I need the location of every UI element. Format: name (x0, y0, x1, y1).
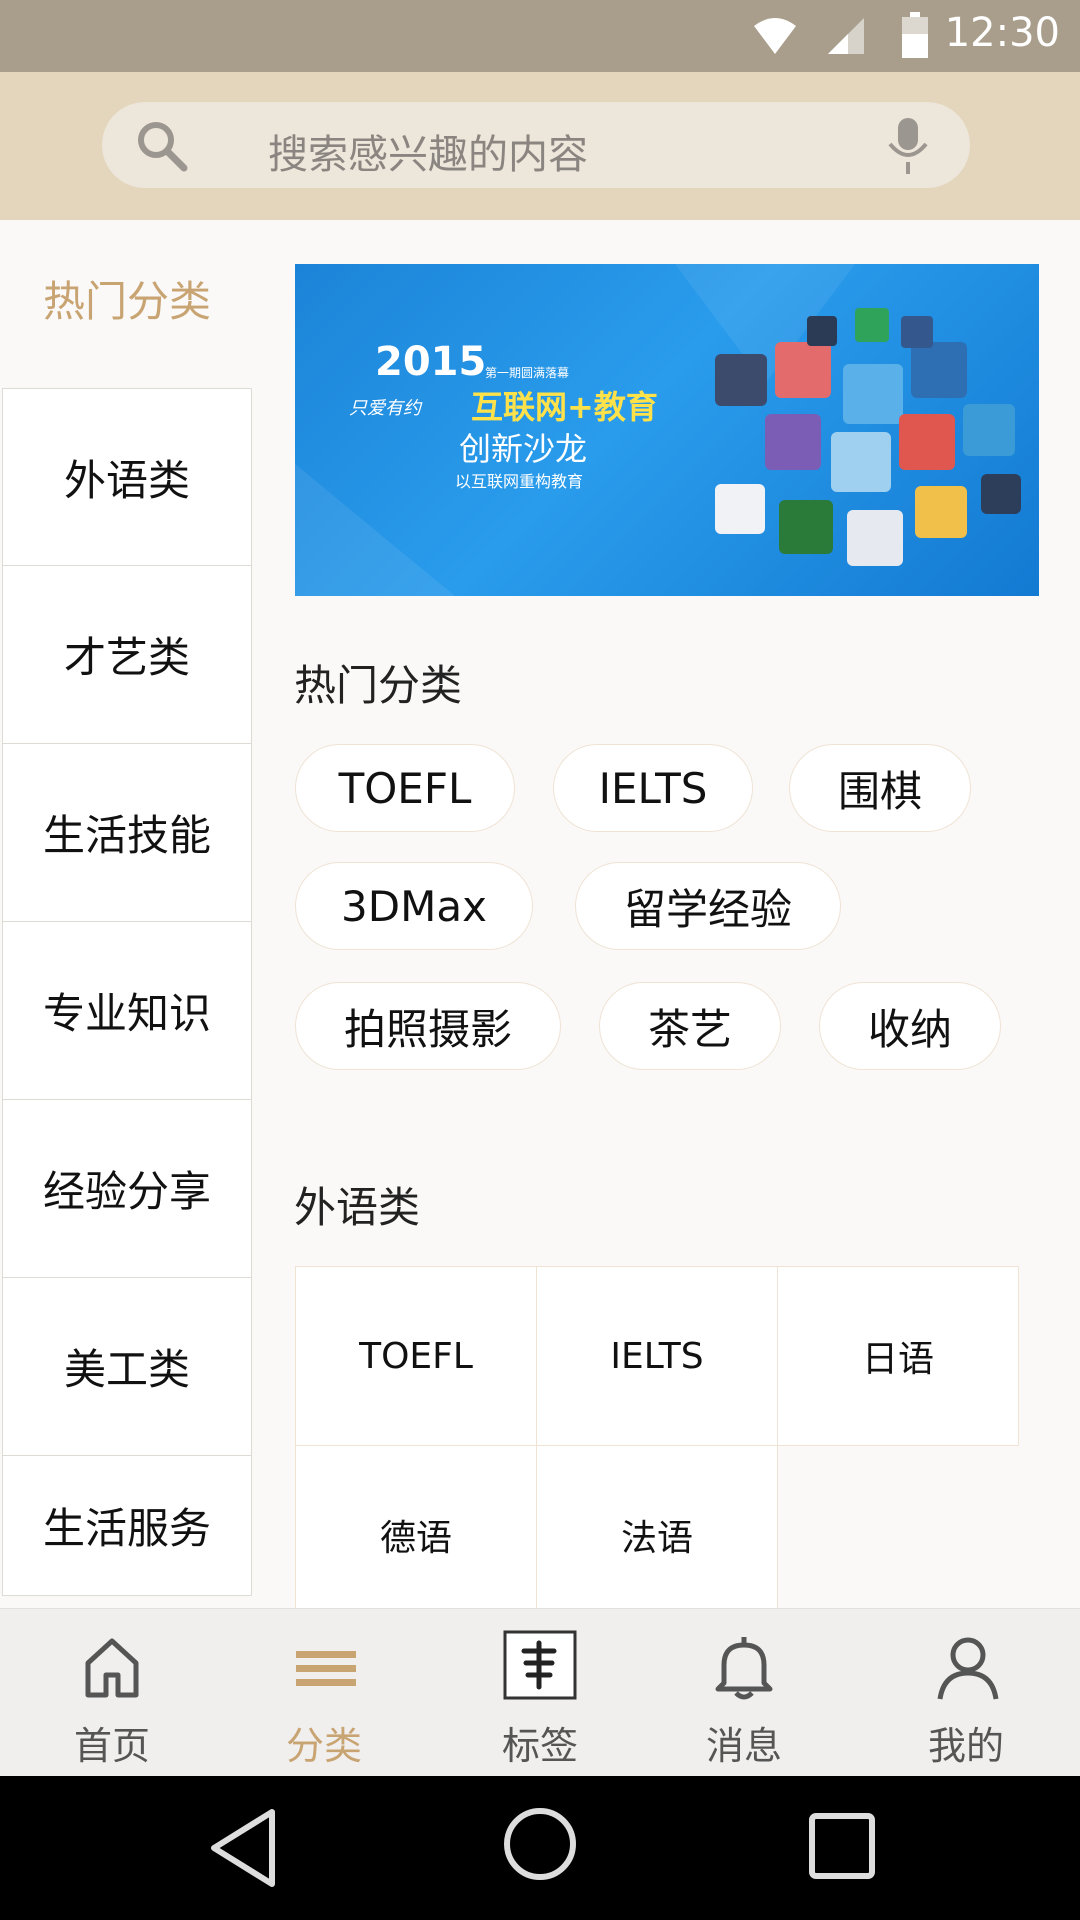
sidebar-item-arts[interactable]: 才艺类 (2, 566, 252, 744)
tab-messages-label: 消息 (705, 1724, 782, 1768)
menu-icon (296, 1651, 356, 1686)
sidebar-list: 外语类 才艺类 生活技能 专业知识 经验分享 美工类 生活服务 (2, 388, 252, 1596)
category-sidebar: 热门分类 外语类 才艺类 生活技能 专业知识 经验分享 美工类 生活服务 (0, 220, 254, 1608)
microphone-icon[interactable] (886, 116, 930, 176)
banner-decoration (295, 264, 1021, 596)
search-placeholder: 搜索感兴趣的内容 (268, 132, 588, 178)
hot-tag-3dmax[interactable]: 3DMax (295, 862, 533, 950)
promo-banner[interactable]: 2015 第一期圆满落幕 互联网+教育 创新沙龙 以互联网重构教育 只爱有约 (295, 264, 1039, 596)
tab-tags-label: 标签 (501, 1724, 578, 1768)
system-nav-bar (0, 1776, 1080, 1920)
banner-tagline: 以互联网重构教育 (455, 472, 584, 491)
language-item-ielts[interactable]: IELTS (536, 1266, 778, 1446)
hot-tag-toefl[interactable]: TOEFL (295, 744, 515, 832)
banner-title: 互联网+教育 (471, 388, 658, 426)
search-bar: 搜索感兴趣的内容 (0, 72, 1080, 220)
language-section-title: 外语类 (294, 1183, 421, 1232)
hot-section-title: 热门分类 (294, 661, 463, 710)
wifi-icon (754, 18, 796, 54)
battery-icon (902, 12, 928, 58)
hot-tag-tea-art[interactable]: 茶艺 (599, 982, 781, 1070)
sidebar-item-foreign-language[interactable]: 外语类 (2, 388, 252, 566)
language-item-french[interactable]: 法语 (536, 1445, 778, 1608)
language-item-japanese[interactable]: 日语 (777, 1266, 1019, 1446)
sidebar-item-experience-sharing[interactable]: 经验分享 (2, 1100, 252, 1278)
language-item-german[interactable]: 德语 (295, 1445, 537, 1608)
recent-apps-icon[interactable] (808, 1812, 876, 1880)
hot-tag-study-abroad[interactable]: 留学经验 (575, 862, 841, 950)
banner-top-line: 第一期圆满落幕 (485, 366, 570, 380)
status-bar: 12:30 (0, 0, 1080, 72)
search-input[interactable]: 搜索感兴趣的内容 (102, 102, 970, 188)
tab-home[interactable]: 首页 (4, 1609, 220, 1777)
cell-signal-icon (828, 18, 864, 54)
sidebar-item-professional-knowledge[interactable]: 专业知识 (2, 922, 252, 1100)
back-icon[interactable] (206, 1806, 282, 1890)
home-icon (85, 1638, 139, 1698)
hot-tag-photography[interactable]: 拍照摄影 (295, 982, 561, 1070)
language-item-toefl[interactable]: TOEFL (295, 1266, 537, 1446)
tab-tags[interactable]: 标签 (432, 1609, 648, 1777)
banner-subtitle: 创新沙龙 (459, 430, 588, 468)
tag-stamp-icon (503, 1630, 577, 1700)
hot-tag-ielts[interactable]: IELTS (553, 744, 753, 832)
tab-category-label: 分类 (285, 1724, 362, 1768)
sidebar-item-life-skills[interactable]: 生活技能 (2, 744, 252, 922)
tab-profile-label: 我的 (927, 1724, 1004, 1768)
bottom-tab-bar: 首页 分类 标签 消息 我的 (0, 1608, 1080, 1777)
status-time: 12:30 (944, 10, 1060, 56)
hot-tag-storage[interactable]: 收纳 (819, 982, 1001, 1070)
sidebar-title[interactable]: 热门分类 (0, 268, 254, 329)
search-icon[interactable] (136, 120, 188, 172)
sidebar-item-life-services[interactable]: 生活服务 (2, 1456, 252, 1596)
tab-home-label: 首页 (73, 1724, 150, 1768)
sidebar-item-art-design[interactable]: 美工类 (2, 1278, 252, 1456)
bell-icon (715, 1637, 773, 1700)
tab-messages[interactable]: 消息 (636, 1609, 852, 1777)
hot-tag-go[interactable]: 围棋 (789, 744, 971, 832)
banner-year: 2015 (375, 339, 487, 385)
home-button-icon[interactable] (502, 1806, 578, 1882)
category-content: 2015 第一期圆满落幕 互联网+教育 创新沙龙 以互联网重构教育 只爱有约 热… (254, 220, 1080, 1608)
tab-category[interactable]: 分类 (216, 1609, 432, 1777)
user-icon (937, 1637, 999, 1700)
tab-profile[interactable]: 我的 (858, 1609, 1074, 1777)
banner-signature: 只爱有约 (349, 398, 421, 419)
